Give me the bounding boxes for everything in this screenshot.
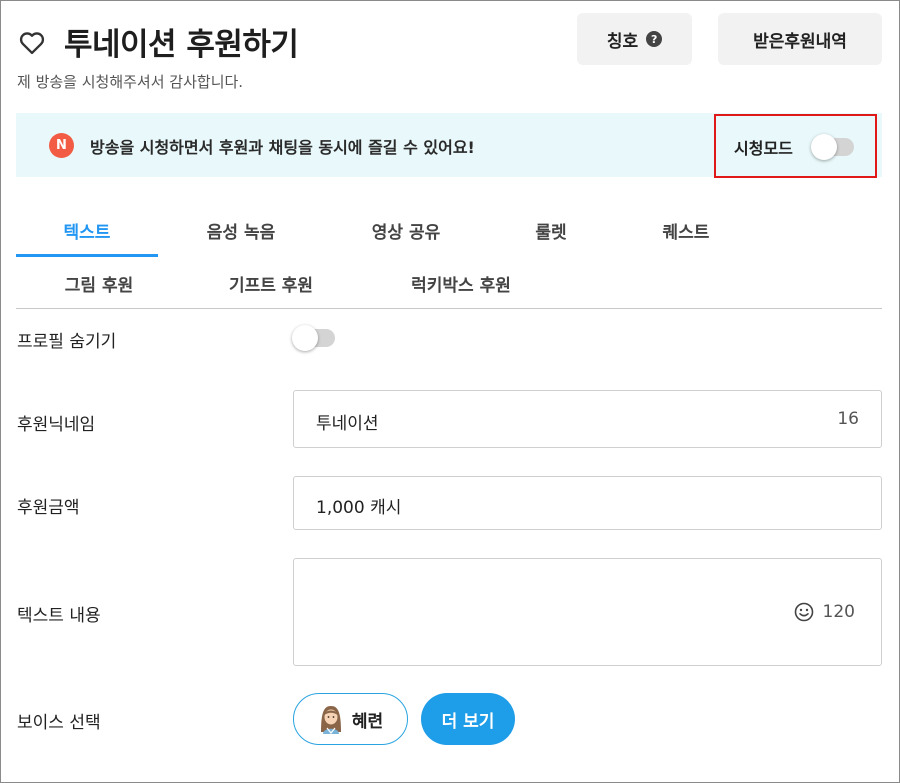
tab-voice-recording[interactable]: 음성 녹음 [181,218,301,243]
hide-profile-toggle[interactable] [292,325,335,351]
tab-text[interactable]: 텍스트 [16,218,158,243]
voice-avatar-icon [320,706,341,734]
active-tab-indicator [16,254,158,257]
new-badge: N [49,133,74,158]
tab-roulette[interactable]: 룰렛 [501,218,601,243]
tab-quest[interactable]: 퀘스트 [636,218,736,243]
message-char-count: 120 [822,602,855,622]
toggle-knob [292,325,318,351]
donation-history-button[interactable]: 받은후원내역 [718,13,882,65]
amount-label: 후원금액 [17,498,80,518]
tab-video-share[interactable]: 영상 공유 [346,218,466,243]
watch-mode-toggle[interactable] [811,134,854,160]
watch-mode-label: 시청모드 [734,139,793,158]
heart-icon[interactable] [18,29,46,57]
voice-name: 혜련 [351,711,384,732]
message-textarea[interactable]: 120 [293,558,882,666]
nickname-value: 투네이션 [316,414,379,434]
nickname-label: 후원닉네임 [17,415,96,435]
nickname-char-count: 16 [837,409,859,429]
tab-luckybox[interactable]: 럭키박스 후원 [386,271,536,296]
tab-gift[interactable]: 기프트 후원 [211,271,331,296]
voice-label: 보이스 선택 [17,713,101,733]
amount-input[interactable]: 1,000 캐시 [293,476,882,530]
banner-text: 방송을 시청하면서 후원과 채팅을 동시에 즐길 수 있어요! [90,138,475,157]
help-icon: ? [646,31,663,47]
toggle-knob [811,134,837,160]
amount-value: 1,000 캐시 [316,498,402,518]
emoji-icon[interactable] [794,602,814,622]
donation-panel: 투네이션 후원하기 제 방송을 시청해주셔서 감사합니다. 칭호 ? 받은후원내… [0,0,900,783]
tabs-divider [16,308,882,309]
more-voices-button[interactable]: 더 보기 [421,693,515,745]
page-title: 투네이션 후원하기 [64,27,299,63]
voice-option-button[interactable]: 혜련 [293,693,408,745]
nickname-input[interactable]: 투네이션 16 [293,390,882,448]
message-label: 텍스트 내용 [17,606,101,626]
page-subtitle: 제 방송을 시청해주셔서 감사합니다. [17,73,244,91]
hide-profile-label: 프로필 숨기기 [17,332,117,352]
title-badge-label: 칭호 [606,31,639,52]
tab-drawing[interactable]: 그림 후원 [39,271,159,296]
title-badge-button[interactable]: 칭호 ? [577,13,692,65]
